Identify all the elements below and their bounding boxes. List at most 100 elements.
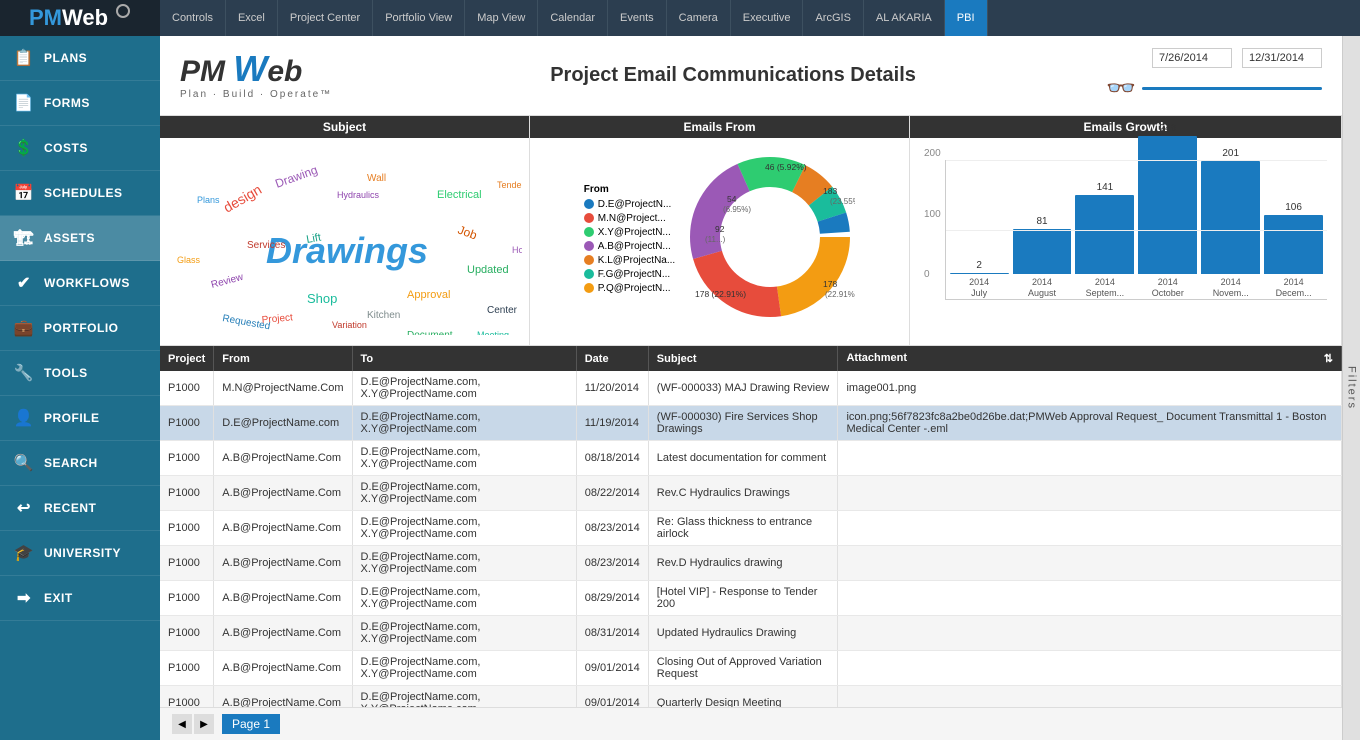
report-title: Project Email Communications Details [360, 64, 1106, 87]
table-cell-from: A.B@ProjectName.Com [214, 441, 352, 476]
table-cell-subject: (WF-000030) Fire Services Shop Drawings [648, 406, 838, 441]
legend-item: P.Q@ProjectN... [584, 283, 675, 294]
legend-item: M.N@Project... [584, 213, 675, 224]
bar-label: 2014Septem... [1086, 277, 1125, 299]
table-section[interactable]: ProjectFromToDateSubjectAttachment ⇅ P10… [160, 346, 1342, 707]
svg-text:(11...): (11...) [705, 235, 726, 244]
sidebar-item-plans[interactable]: 📋 PLANS [0, 36, 160, 81]
bar-rect [1075, 195, 1134, 274]
subject-header: Subject [160, 116, 529, 138]
table-row[interactable]: P1000A.B@ProjectName.ComD.E@ProjectName.… [160, 651, 1342, 686]
top-nav-tab-arcgis[interactable]: ArcGIS [803, 0, 863, 36]
table-row[interactable]: P1000A.B@ProjectName.ComD.E@ProjectName.… [160, 581, 1342, 616]
table-cell-project: P1000 [160, 511, 214, 546]
table-cell-project: P1000 [160, 406, 214, 441]
legend-item: F.G@ProjectN... [584, 269, 675, 280]
table-row[interactable]: P1000A.B@ProjectName.ComD.E@ProjectName.… [160, 511, 1342, 546]
top-nav-tab-portfolio-view[interactable]: Portfolio View [373, 0, 465, 36]
top-nav-tab-executive[interactable]: Executive [731, 0, 804, 36]
sidebar-item-portfolio[interactable]: 💼 PORTFOLIO [0, 306, 160, 351]
sidebar-item-recent[interactable]: ↩ RECENT [0, 486, 160, 531]
top-nav-tabs[interactable]: ControlsExcelProject CenterPortfolio Vie… [160, 0, 1360, 36]
sidebar-item-exit[interactable]: ➡ EXIT [0, 576, 160, 621]
sidebar-item-tools[interactable]: 🔧 TOOLS [0, 351, 160, 396]
top-nav-tab-pbi[interactable]: PBI [945, 0, 988, 36]
logo-text: PM Web [180, 51, 360, 89]
date-slider[interactable] [1142, 87, 1322, 90]
legend-dot [584, 213, 594, 223]
table-row[interactable]: P1000M.N@ProjectName.ComD.E@ProjectName.… [160, 371, 1342, 406]
sidebar-item-search[interactable]: 🔍 SEARCH [0, 441, 160, 486]
legend-label: X.Y@ProjectN... [598, 227, 671, 238]
bar-panel: Emails Growth 200 100 0 [910, 116, 1342, 345]
table-cell-project: P1000 [160, 581, 214, 616]
bar-value: 106 [1285, 202, 1302, 213]
top-nav-tab-project-center[interactable]: Project Center [278, 0, 373, 36]
sidebar-item-assets[interactable]: 🏗 ASSETS [0, 216, 160, 261]
table-row[interactable]: P1000A.B@ProjectName.ComD.E@ProjectName.… [160, 686, 1342, 708]
table-cell-date: 08/23/2014 [576, 546, 648, 581]
sidebar: 📋 PLANS📄 FORMS💲 COSTS📅 SCHEDULES🏗 ASSETS… [0, 36, 160, 740]
table-row[interactable]: P1000A.B@ProjectName.ComD.E@ProjectName.… [160, 476, 1342, 511]
svg-text:Shop: Shop [307, 291, 337, 306]
table-cell-from: A.B@ProjectName.Com [214, 686, 352, 708]
table-cell-to: D.E@ProjectName.com, X.Y@ProjectName.com [352, 581, 576, 616]
sidebar-icon-costs: 💲 [12, 136, 36, 160]
sidebar-item-forms[interactable]: 📄 FORMS [0, 81, 160, 126]
sidebar-label-profile: PROFILE [44, 411, 100, 425]
top-nav-tab-excel[interactable]: Excel [226, 0, 278, 36]
svg-text:46 (5.92%): 46 (5.92%) [765, 162, 807, 172]
filters-sidebar[interactable]: Filters [1342, 36, 1360, 740]
table-cell-to: D.E@ProjectName.com, X.Y@ProjectName.com [352, 406, 576, 441]
next-page-button[interactable]: ▶ [194, 714, 214, 734]
top-nav-tab-al-akaria[interactable]: AL AKARIA [864, 0, 945, 36]
top-nav-tab-controls[interactable]: Controls [160, 0, 226, 36]
top-nav-tab-calendar[interactable]: Calendar [538, 0, 608, 36]
sidebar-item-university[interactable]: 🎓 UNIVERSITY [0, 531, 160, 576]
prev-page-button[interactable]: ◀ [172, 714, 192, 734]
emails-from-header: Emails From [530, 116, 909, 138]
top-nav-tab-camera[interactable]: Camera [667, 0, 731, 36]
sidebar-icon-recent: ↩ [12, 496, 36, 520]
sidebar-item-schedules[interactable]: 📅 SCHEDULES [0, 171, 160, 216]
end-date-input[interactable] [1242, 48, 1322, 68]
top-nav-tab-events[interactable]: Events [608, 0, 667, 36]
bar-label: 2014October [1152, 277, 1184, 299]
sidebar-label-exit: EXIT [44, 591, 73, 605]
svg-text:Tender: Tender [497, 180, 522, 190]
svg-text:Updated: Updated [467, 264, 509, 276]
bar-label: 2014Decem... [1276, 277, 1312, 299]
pmweb-logo: PM Web Plan · Build · Operate™ [180, 51, 360, 100]
start-date-input[interactable] [1152, 48, 1232, 68]
table-cell-to: D.E@ProjectName.com, X.Y@ProjectName.com [352, 371, 576, 406]
table-row[interactable]: P1000A.B@ProjectName.ComD.E@ProjectName.… [160, 441, 1342, 476]
table-cell-subject: Rev.D Hydraulics drawing [648, 546, 838, 581]
glasses-icon[interactable]: 👓 [1106, 74, 1136, 103]
report-header: PM Web Plan · Build · Operate™ Project E… [160, 36, 1342, 116]
sort-icon[interactable]: ⇅ [1324, 352, 1333, 365]
sidebar-item-costs[interactable]: 💲 COSTS [0, 126, 160, 171]
table-row[interactable]: P1000A.B@ProjectName.ComD.E@ProjectName.… [160, 546, 1342, 581]
table-cell-from: A.B@ProjectName.Com [214, 651, 352, 686]
bar-group-4: 201 2014Novem... [1201, 148, 1260, 299]
table-row[interactable]: P1000A.B@ProjectName.ComD.E@ProjectName.… [160, 616, 1342, 651]
legend-item: D.E@ProjectN... [584, 199, 675, 210]
table-cell-subject: Latest documentation for comment [648, 441, 838, 476]
table-cell-to: D.E@ProjectName.com, X.Y@ProjectName.com [352, 686, 576, 708]
legend-dot [584, 269, 594, 279]
table-cell-attachment [838, 441, 1342, 476]
logo-area: PMWeb [0, 0, 160, 36]
svg-text:(22.91%): (22.91%) [825, 290, 855, 299]
table-cell-date: 08/23/2014 [576, 511, 648, 546]
top-nav-tab-map-view[interactable]: Map View [465, 0, 538, 36]
col-header-to: To [352, 346, 576, 371]
sidebar-item-workflows[interactable]: ✔ WORKFLOWS [0, 261, 160, 306]
bar-label: 2014August [1028, 277, 1056, 299]
table-cell-date: 08/22/2014 [576, 476, 648, 511]
donut-content: From D.E@ProjectN... M.N@Project... X.Y@… [530, 138, 909, 339]
svg-text:Wall: Wall [367, 173, 386, 184]
sidebar-item-profile[interactable]: 👤 PROFILE [0, 396, 160, 441]
table-cell-to: D.E@ProjectName.com, X.Y@ProjectName.com [352, 616, 576, 651]
sidebar-label-forms: FORMS [44, 96, 90, 110]
table-row[interactable]: P1000D.E@ProjectName.comD.E@ProjectName.… [160, 406, 1342, 441]
